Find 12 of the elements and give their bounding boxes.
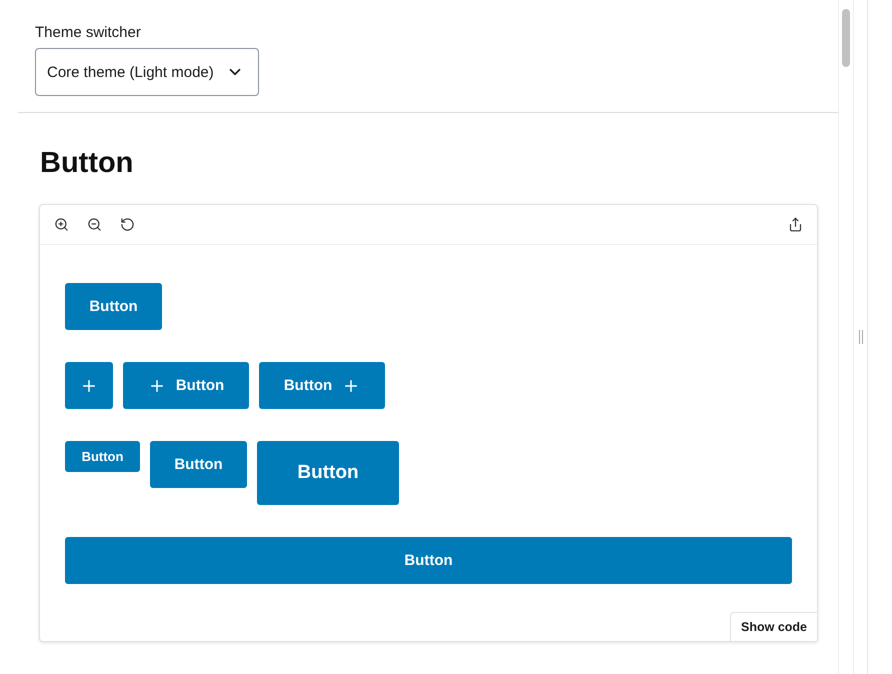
demo-button[interactable]: Button bbox=[65, 283, 162, 330]
grip-icon bbox=[858, 330, 862, 344]
theme-select[interactable]: Core theme (Light mode) bbox=[35, 48, 259, 96]
demo-button[interactable]: Button bbox=[123, 362, 249, 409]
demo-button[interactable]: Button bbox=[150, 441, 247, 488]
page-heading: Button bbox=[40, 147, 134, 180]
demo-button[interactable]: Button bbox=[65, 537, 792, 584]
show-code-button[interactable]: Show code bbox=[730, 612, 818, 642]
field-label: Theme switcher bbox=[35, 24, 142, 41]
demo-button[interactable]: Button bbox=[259, 362, 385, 409]
demo-button[interactable]: Button bbox=[65, 441, 140, 472]
demo-button[interactable]: Button bbox=[257, 441, 399, 505]
